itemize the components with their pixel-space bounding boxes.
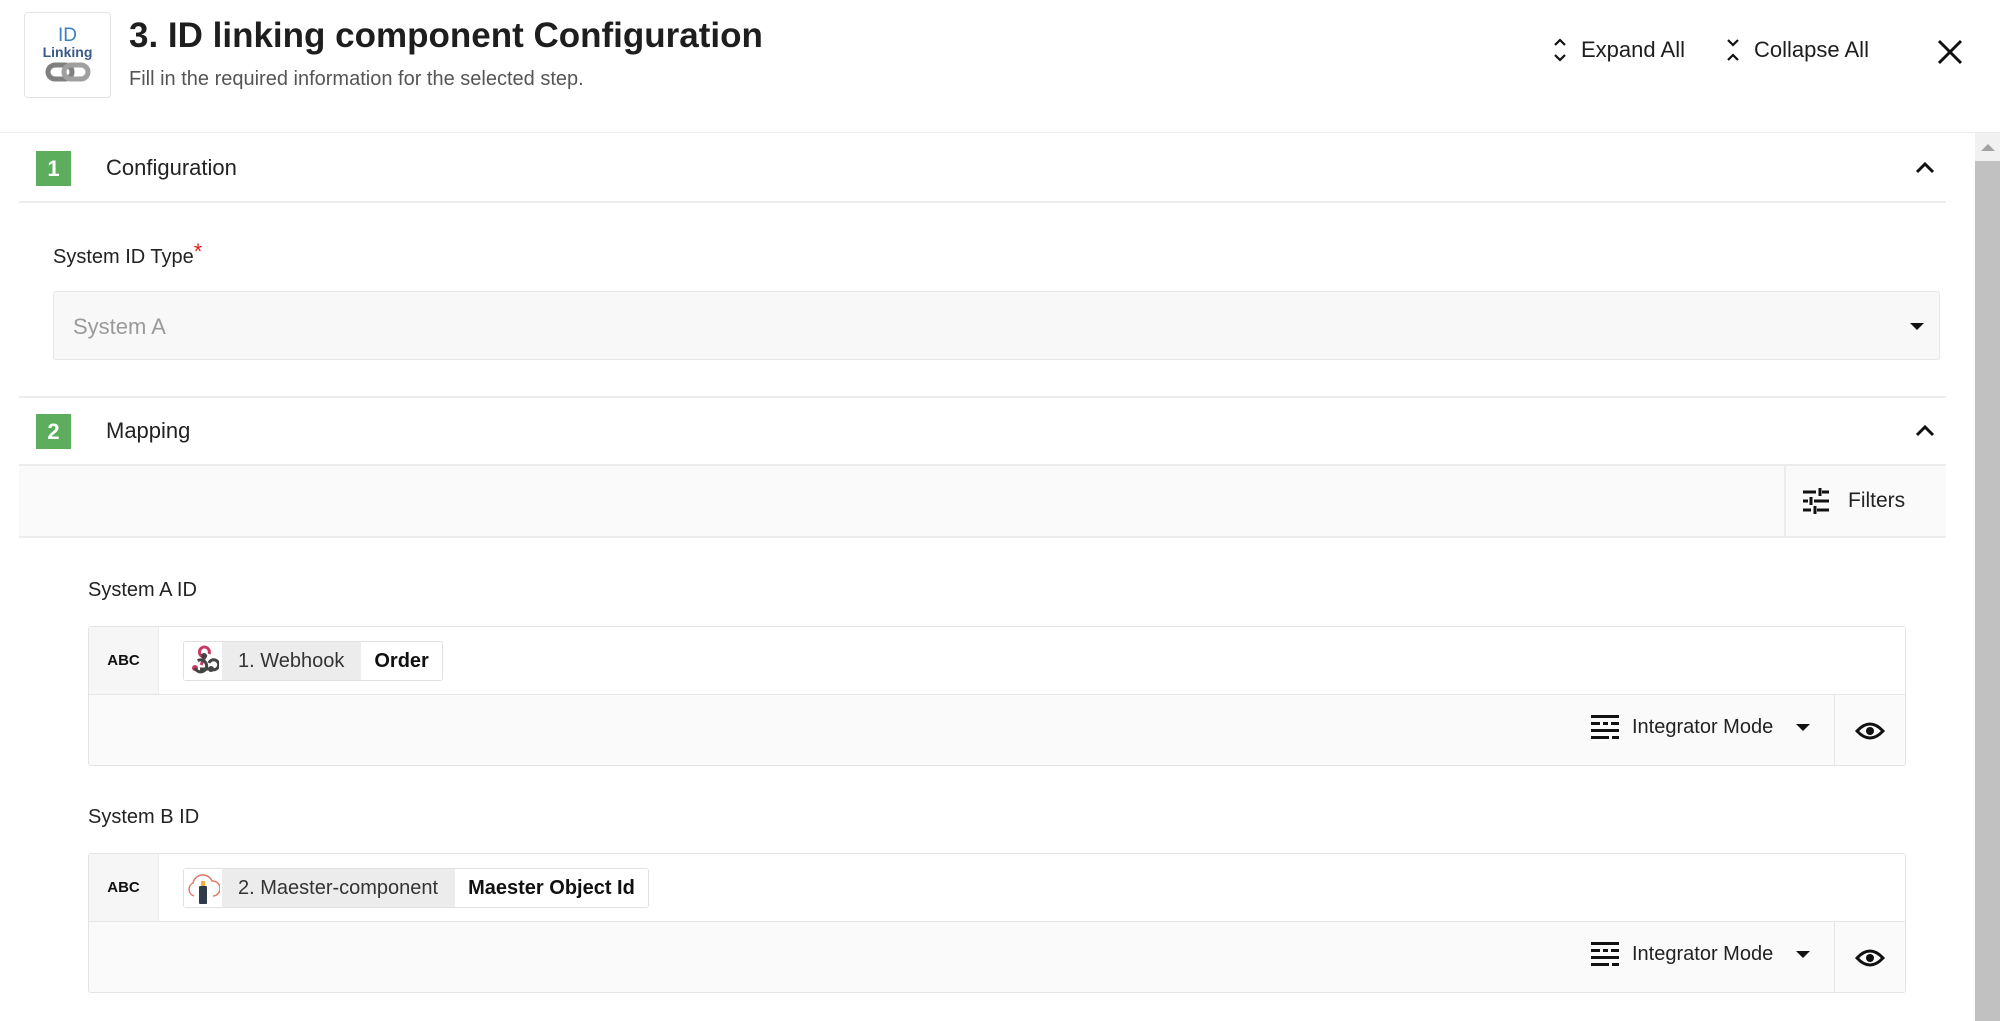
page-subtitle: Fill in the required information for the… xyxy=(129,68,584,90)
system-b-id-mapping: ABC 2. Maester-component Maester Object … xyxy=(88,853,1906,993)
mapping-chip[interactable]: 1. Webhook Order xyxy=(183,641,443,681)
integrator-mode-label: Integrator Mode xyxy=(1632,715,1774,738)
integrator-mode-dropdown[interactable]: Integrator Mode xyxy=(1591,942,1811,966)
system-id-type-value: System A xyxy=(73,314,166,339)
system-id-type-select[interactable]: System A xyxy=(53,291,1940,360)
chain-link-icon xyxy=(45,62,90,82)
type-badge: ABC xyxy=(89,627,159,694)
collapse-all-button[interactable]: Collapse All xyxy=(1726,36,1869,64)
chip-step-name: 2. Maester-component xyxy=(222,869,456,907)
mapping-expression-field[interactable]: ABC 2. Maester-component Maester Object … xyxy=(89,854,1905,922)
mapping-chip[interactable]: 2. Maester-component Maester Object Id xyxy=(183,868,649,908)
filters-icon xyxy=(1803,488,1829,514)
chip-field-name: Order xyxy=(374,649,429,672)
eye-icon xyxy=(1855,722,1885,739)
logo-text-linking: Linking xyxy=(42,44,93,60)
system-id-type-label: System ID Type* xyxy=(53,239,202,269)
type-badge: ABC xyxy=(89,854,159,921)
filters-label: Filters xyxy=(1848,489,1906,512)
integrator-mode-label: Integrator Mode xyxy=(1632,942,1774,965)
integrator-mode-dropdown[interactable]: Integrator Mode xyxy=(1591,715,1811,739)
section-configuration-header[interactable]: 1 Configuration xyxy=(19,133,1946,203)
collapse-all-label: Collapse All xyxy=(1754,37,1869,62)
filters-button[interactable]: Filters xyxy=(1784,466,1946,536)
chevron-up-icon[interactable] xyxy=(1914,157,1936,179)
step-badge: 1 xyxy=(36,151,71,186)
mapping-toolbar: Filters xyxy=(19,466,1946,538)
preview-button[interactable] xyxy=(1834,922,1905,993)
system-a-id-label: System A ID xyxy=(88,579,197,601)
chip-step-name: 1. Webhook xyxy=(222,642,362,680)
preview-button[interactable] xyxy=(1834,695,1905,766)
webhook-icon xyxy=(192,645,219,674)
required-marker: * xyxy=(193,239,203,264)
dialog-header: ID Linking 3. ID linking component Confi… xyxy=(0,0,2000,133)
integrator-mode-icon xyxy=(1591,942,1619,966)
scroll-up-arrow-icon[interactable] xyxy=(1975,133,2000,161)
close-icon[interactable] xyxy=(1934,36,1966,68)
caret-down-icon xyxy=(1796,723,1811,731)
page-title: 3. ID linking component Configuration xyxy=(129,16,763,55)
eye-icon xyxy=(1855,949,1885,966)
system-b-id-label: System B ID xyxy=(88,806,200,828)
expand-all-label: Expand All xyxy=(1581,37,1685,62)
mapping-expression-field[interactable]: ABC 1. Webhook Order xyxy=(89,627,1905,695)
system-a-id-mapping: ABC 1. Webhook Order Integrator Mode xyxy=(88,626,1906,766)
collapse-icon xyxy=(1727,39,1739,61)
expand-icon xyxy=(1554,38,1566,62)
chevron-up-icon[interactable] xyxy=(1914,420,1936,442)
component-logo: ID Linking xyxy=(24,12,111,98)
cloud-usb-icon xyxy=(188,874,220,904)
caret-down-icon xyxy=(1796,950,1811,958)
expand-all-button[interactable]: Expand All xyxy=(1553,36,1685,64)
section-title: Configuration xyxy=(106,155,237,180)
integrator-mode-icon xyxy=(1591,715,1619,739)
chip-field-name: Maester Object Id xyxy=(468,876,635,899)
step-badge: 2 xyxy=(36,414,71,449)
logo-text-id: ID xyxy=(58,25,77,46)
caret-down-icon xyxy=(1910,323,1924,330)
system-id-type-label-text: System ID Type xyxy=(53,246,194,268)
section-title: Mapping xyxy=(106,418,191,443)
vertical-scrollbar[interactable] xyxy=(1975,133,2000,1021)
section-mapping-header[interactable]: 2 Mapping xyxy=(19,396,1946,466)
